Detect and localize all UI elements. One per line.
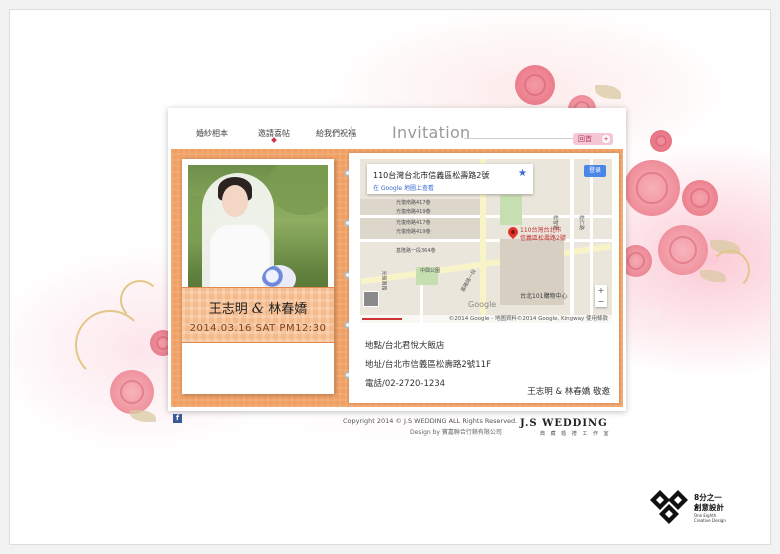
rose-decoration (624, 160, 680, 216)
map-poi-label: 台北101購物中心 (520, 293, 568, 300)
wedding-datetime: 2014.03.16 SAT PM12:30 (189, 323, 327, 334)
map-road (590, 159, 593, 323)
nav-divider (351, 126, 352, 140)
back-button[interactable]: 回首 + (573, 133, 613, 145)
nav-item-invitation[interactable]: 邀請喜帖 (258, 128, 290, 139)
facebook-icon[interactable]: f (173, 414, 182, 423)
map-road (570, 159, 574, 323)
google-logo: Google (468, 300, 497, 309)
map-scale-bar (362, 318, 402, 320)
invitation-card: 婚紗相本 邀請喜帖 給我們祝福 Invitation 回首 + 王志明 & 林春嬌 (168, 108, 626, 411)
brand-logo-icon (650, 490, 688, 524)
couple-names: 王志明 & 林春嬌 (182, 298, 334, 317)
nav-item-blessings[interactable]: 給我們祝福 (316, 128, 356, 139)
map-street-label: 光復南路417巷 (396, 200, 431, 206)
map-street-label: 松仁路 (578, 214, 585, 231)
signoff-text: 王志明 & 林春嬌 敬邀 (527, 387, 610, 397)
zoom-out-button[interactable]: − (595, 296, 607, 307)
map-street-label: 光復南路419巷 (396, 209, 431, 215)
brand-subtitle-line-2: Creative Design (694, 518, 726, 523)
star-icon[interactable]: ★ (518, 168, 527, 179)
bride-face (222, 185, 248, 217)
plus-icon: + (602, 135, 610, 143)
swirl-decoration (710, 250, 750, 290)
couple-label: 王志明 & 林春嬌 2014.03.16 SAT PM12:30 (182, 287, 334, 343)
phone-text: 電話/02-2720-1234 (365, 379, 446, 389)
groom-name: 王志明 (208, 302, 248, 317)
zoom-control[interactable]: + − (595, 285, 607, 307)
pin-label-line-2: 信義區松壽路2號 (520, 235, 566, 242)
nav-item-album[interactable]: 婚紗相本 (196, 128, 228, 139)
rose-decoration (658, 225, 708, 275)
map-street-label: 光復南路419巷 (396, 229, 431, 235)
title-underline (464, 138, 574, 139)
design-credit: Design by 寶嘉聯合行銷有限公司 (410, 429, 502, 436)
swirl-decoration (75, 310, 145, 380)
swirl-decoration (120, 280, 160, 320)
map-street-label: 光復南路 (380, 270, 387, 291)
rose-decoration (650, 130, 672, 152)
tree-shape (268, 165, 328, 215)
js-wedding-logo: J.S WEDDING (520, 418, 608, 429)
ampersand: & (251, 301, 265, 317)
rose-decoration (515, 65, 555, 105)
back-button-label: 回首 (578, 135, 592, 143)
map-pin-icon[interactable] (505, 224, 521, 240)
map-street-label: 基隆路一段364巷 (396, 248, 436, 254)
google-map[interactable]: 光復南路417巷 光復南路419巷 光復南路417巷 光復南路419巷 基隆路一… (360, 159, 612, 323)
view-on-google-maps-link[interactable]: 在 Google 地圖上查看 (373, 183, 434, 192)
zoom-in-button[interactable]: + (595, 285, 607, 296)
photo-frame: 王志明 & 林春嬌 2014.03.16 SAT PM12:30 (182, 159, 334, 394)
brand-title-line-2: 創意設計 (694, 503, 724, 512)
bride-name: 林春嬌 (268, 302, 308, 317)
venue-text: 地點/台北君悅大飯店 (365, 341, 445, 351)
map-pin-label: 110台灣台北市 信義區松壽路2號 (520, 227, 566, 243)
address-text: 地址/台北市信義區松壽路2號11F (365, 360, 491, 370)
top-nav: 婚紗相本 邀請喜帖 給我們祝福 Invitation 回首 + (168, 108, 626, 148)
rose-decoration (682, 180, 718, 216)
map-street-label: 中興公園 (420, 268, 441, 274)
details-page: 光復南路417巷 光復南路419巷 光復南路417巷 光復南路419巷 基隆路一… (349, 153, 619, 403)
orange-panel: 王志明 & 林春嬌 2014.03.16 SAT PM12:30 光復南路417… (171, 149, 623, 407)
satellite-toggle[interactable] (363, 291, 379, 307)
map-road (360, 215, 612, 218)
map-info-box: 110台灣台北市信義區松壽路2號 在 Google 地圖上查看 ★ (367, 164, 533, 194)
leaf-decoration (640, 310, 660, 330)
page-title: Invitation (392, 123, 471, 142)
pin-label-line-1: 110台灣台北市 (520, 227, 562, 234)
map-login-button[interactable]: 登录 (584, 165, 606, 177)
brand-subtitle: One Eighth Creative Design (694, 513, 726, 523)
map-park (500, 195, 522, 225)
js-wedding-subtitle: 典 藏 婚 禮 工 作 室 (540, 431, 611, 437)
map-street-label: 光復南路417巷 (396, 220, 431, 226)
map-street-label: 基隆路一段 (460, 268, 478, 294)
designer-brand: 8分之一 創意設計 One Eighth Creative Design (650, 488, 760, 528)
copyright-text: Copyright 2014 © J.S WEDDING ALL Rights … (343, 417, 518, 425)
map-info-address: 110台灣台北市信義區松壽路2號 (373, 171, 490, 180)
map-road (360, 239, 612, 242)
